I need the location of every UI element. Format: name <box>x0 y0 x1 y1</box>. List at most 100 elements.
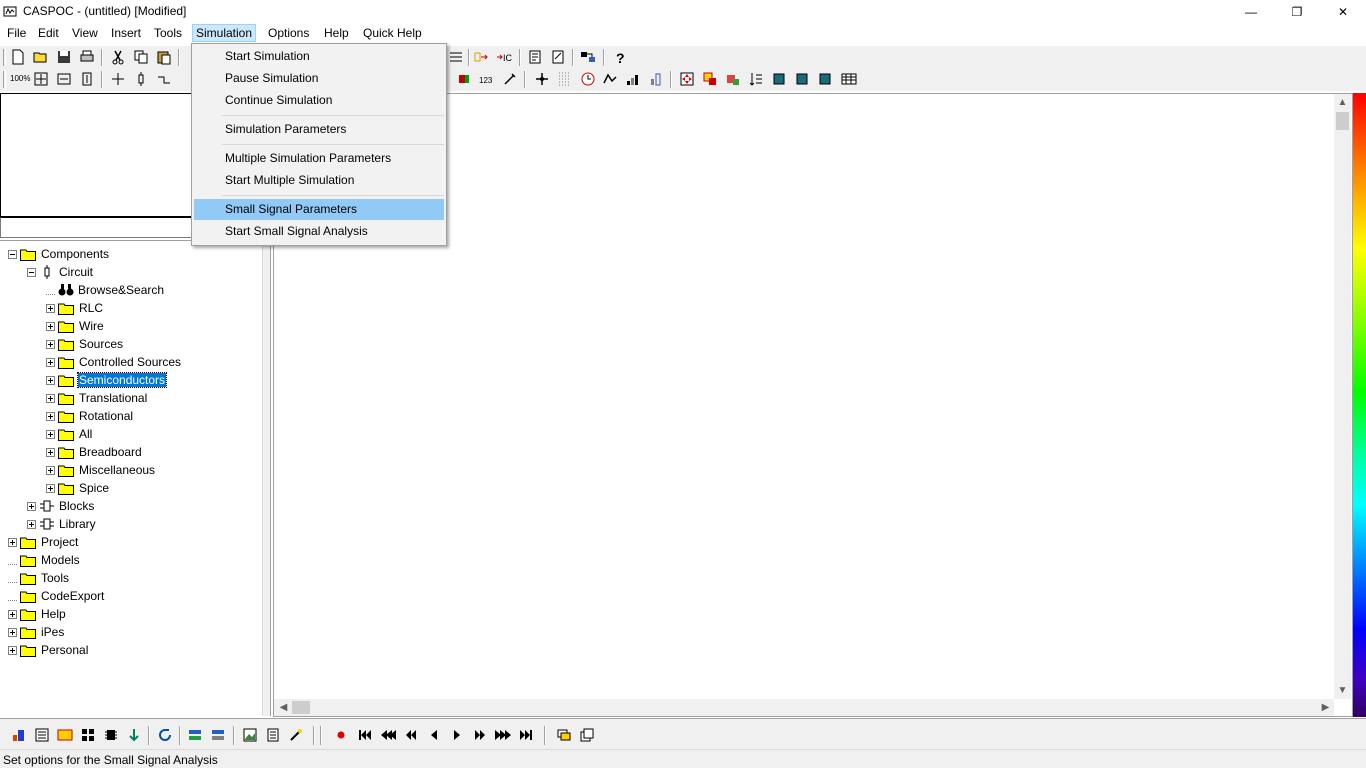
numeric-display-icon[interactable] <box>57 727 73 743</box>
zoom-fit-icon[interactable] <box>33 71 49 87</box>
scroll-up-arrow-icon[interactable]: ▲ <box>1334 94 1351 111</box>
wire-icon[interactable] <box>156 71 172 87</box>
initial-condition-icon[interactable]: IC <box>496 49 512 65</box>
expand-icon[interactable] <box>46 339 55 349</box>
bar-graph-icon[interactable] <box>625 71 641 87</box>
collapse-icon[interactable] <box>27 267 36 277</box>
component-library-icon[interactable] <box>702 71 718 87</box>
zoom-height-icon[interactable] <box>79 71 95 87</box>
document-edit-icon[interactable] <box>550 49 566 65</box>
cut-icon[interactable] <box>110 49 126 65</box>
scroll-down-arrow-icon[interactable]: ▼ <box>1334 682 1351 699</box>
copy-icon[interactable] <box>133 49 149 65</box>
expand-icon[interactable] <box>46 393 55 403</box>
tree-item-help[interactable]: Help <box>8 605 67 623</box>
menu-item-continue-simulation[interactable]: Continue Simulation <box>194 90 444 111</box>
fast-forward-icon[interactable] <box>495 727 511 743</box>
windows-tile-icon[interactable] <box>579 727 595 743</box>
expand-icon[interactable] <box>8 627 17 637</box>
help-question-icon[interactable]: ? <box>612 49 628 65</box>
menu-file[interactable]: File <box>4 24 29 42</box>
crosshair-icon[interactable] <box>534 71 550 87</box>
tree-item-codeexport[interactable]: CodeExport <box>8 587 105 605</box>
picture-icon[interactable] <box>242 727 258 743</box>
menu-item-start-small-signal-analysis[interactable]: Start Small Signal Analysis <box>194 221 444 242</box>
expand-icon[interactable] <box>46 375 55 385</box>
skip-to-start-icon[interactable] <box>357 727 373 743</box>
print-icon[interactable] <box>79 49 95 65</box>
node-icon[interactable] <box>110 71 126 87</box>
toolbar-grip[interactable] <box>3 49 6 66</box>
menu-help[interactable]: Help <box>321 24 352 42</box>
fast-rewind-icon[interactable] <box>380 727 396 743</box>
tree-item-rlc[interactable]: RLC <box>46 299 104 317</box>
sort-icon[interactable] <box>748 71 764 87</box>
menu-view[interactable]: View <box>69 24 101 42</box>
zoom-100-icon[interactable]: 100% <box>10 71 30 87</box>
export-data-icon[interactable] <box>187 727 203 743</box>
tree-item-browse-search[interactable]: Browse&Search <box>46 281 165 299</box>
toolbar-grip[interactable] <box>3 71 6 88</box>
tree-item-semiconductors[interactable]: Semiconductors <box>46 371 168 389</box>
paste-icon[interactable] <box>156 49 172 65</box>
text-document-icon[interactable] <box>265 727 281 743</box>
forward-icon[interactable] <box>472 727 488 743</box>
expand-icon[interactable] <box>46 447 55 457</box>
menu-edit[interactable]: Edit <box>35 24 62 42</box>
vertical-scrollbar[interactable] <box>1334 94 1351 699</box>
menu-options[interactable]: Options <box>265 24 312 42</box>
step-back-icon[interactable] <box>426 727 442 743</box>
windows-cascade-icon[interactable] <box>556 727 572 743</box>
close-button[interactable]: ✕ <box>1320 0 1366 23</box>
menu-insert[interactable]: Insert <box>108 24 144 42</box>
menu-item-start-simulation[interactable]: Start Simulation <box>194 46 444 67</box>
clock-icon[interactable] <box>580 71 596 87</box>
move-icon[interactable] <box>679 71 695 87</box>
tree-item-ipes[interactable]: iPes <box>8 623 65 641</box>
tree-item-circuit[interactable]: Circuit <box>27 263 94 281</box>
component-tree[interactable]: Components Circuit Browse&Search RLC Wir… <box>0 240 268 716</box>
collapse-icon[interactable] <box>8 249 17 259</box>
menu-item-start-multiple-simulation[interactable]: Start Multiple Simulation <box>194 170 444 191</box>
tree-item-personal[interactable]: Personal <box>8 641 89 659</box>
switch-icon[interactable] <box>456 71 472 87</box>
tree-item-translational[interactable]: Translational <box>46 389 148 407</box>
horizontal-scroll-thumb[interactable] <box>292 701 310 714</box>
resistor-icon[interactable] <box>133 71 149 87</box>
expand-icon[interactable] <box>46 465 55 475</box>
ground-arrow-icon[interactable] <box>126 727 142 743</box>
skip-to-end-icon[interactable] <box>518 727 534 743</box>
menu-item-small-signal-parameters[interactable]: Small Signal Parameters <box>194 199 444 220</box>
align-icon[interactable] <box>448 49 464 65</box>
ic-chip-icon[interactable] <box>103 727 119 743</box>
expand-icon[interactable] <box>46 321 55 331</box>
minimize-button[interactable]: — <box>1228 0 1274 23</box>
expand-icon[interactable] <box>46 411 55 421</box>
expand-icon[interactable] <box>27 519 36 529</box>
tree-item-rotational[interactable]: Rotational <box>46 407 134 425</box>
open-folder-icon[interactable] <box>33 49 49 65</box>
settings-wand-icon[interactable] <box>288 727 304 743</box>
tree-item-spice[interactable]: Spice <box>46 479 110 497</box>
grid-icon[interactable] <box>557 71 573 87</box>
new-file-icon[interactable] <box>10 49 26 65</box>
tree-item-models[interactable]: Models <box>8 551 81 569</box>
tree-item-blocks[interactable]: Blocks <box>27 497 95 515</box>
rewind-icon[interactable] <box>403 727 419 743</box>
tools-icon[interactable] <box>502 71 518 87</box>
menu-item-multiple-simulation-parameters[interactable]: Multiple Simulation Parameters <box>194 148 444 169</box>
insert-component-icon[interactable] <box>725 71 741 87</box>
tree-item-wire[interactable]: Wire <box>46 317 105 335</box>
component-color-icon[interactable] <box>11 727 27 743</box>
scroll-left-arrow-icon[interactable]: ◀ <box>275 699 292 716</box>
probe-icon[interactable] <box>474 49 490 65</box>
menu-simulation[interactable]: Simulation <box>192 24 257 42</box>
expand-icon[interactable] <box>46 429 55 439</box>
save-icon[interactable] <box>56 49 72 65</box>
menu-item-simulation-parameters[interactable]: Simulation Parameters <box>194 119 444 140</box>
zoom-width-icon[interactable] <box>56 71 72 87</box>
tree-item-all[interactable]: All <box>46 425 93 443</box>
tree-item-project[interactable]: Project <box>8 533 79 551</box>
tree-item-miscellaneous[interactable]: Miscellaneous <box>46 461 156 479</box>
menu-item-pause-simulation[interactable]: Pause Simulation <box>194 68 444 89</box>
